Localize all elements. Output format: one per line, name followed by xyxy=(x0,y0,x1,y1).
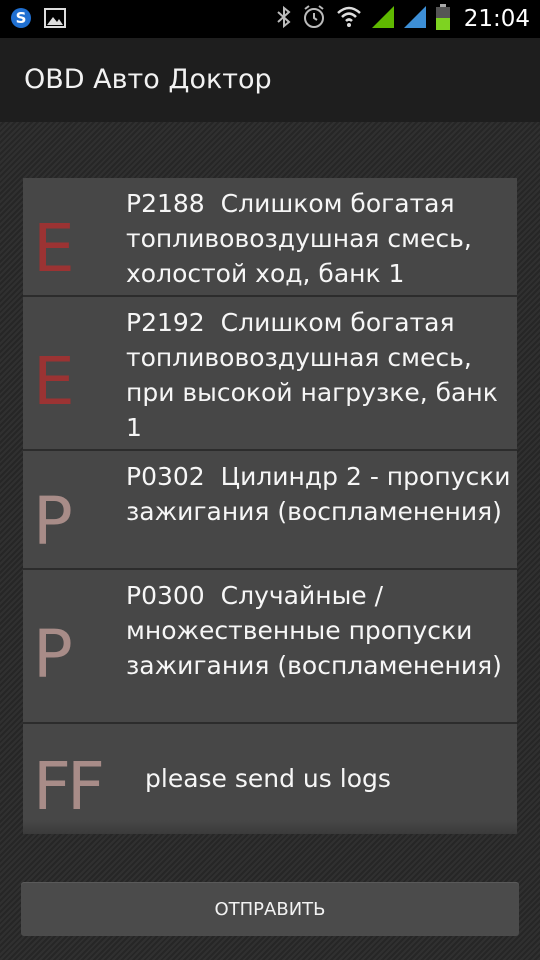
trouble-code: P2188 xyxy=(126,189,205,218)
list-scroll-fade xyxy=(23,820,517,834)
app-bar: OBD Авто Доктор xyxy=(0,38,540,122)
skype-icon: S xyxy=(10,7,32,33)
trouble-code: P2192 xyxy=(126,308,205,337)
image-notification-icon xyxy=(44,8,66,32)
pending-icon: P xyxy=(33,483,73,560)
list-item[interactable]: P P0302 Цилиндр 2 - пропуски зажигания (… xyxy=(23,451,517,570)
list-item-text: P2188 Слишком богатая топливовоздушная с… xyxy=(126,186,511,291)
app-title: OBD Авто Доктор xyxy=(24,64,272,95)
svg-text:S: S xyxy=(16,9,27,27)
trouble-code: P0302 xyxy=(126,462,205,491)
list-item[interactable]: E P2188 Слишком богатая топливовоздушная… xyxy=(23,178,517,297)
list-item-text: please send us logs xyxy=(145,761,505,796)
send-button[interactable]: ОТПРАВИТЬ xyxy=(21,882,519,936)
pending-icon: P xyxy=(33,616,73,693)
freeze-frame-icon: FF xyxy=(33,748,105,825)
list-item-text: P2192 Слишком богатая топливовоздушная с… xyxy=(126,305,511,445)
signal-icon xyxy=(371,6,394,32)
list-item[interactable]: P P0300 Случайные / множественные пропус… xyxy=(23,570,517,724)
list-item[interactable]: E P2192 Слишком богатая топливовоздушная… xyxy=(23,297,517,451)
list-item-text: P0300 Случайные / множественные пропуски… xyxy=(126,578,511,683)
list-item[interactable]: FF please send us logs xyxy=(23,724,517,834)
error-icon: E xyxy=(33,210,75,287)
trouble-code: P0300 xyxy=(126,581,205,610)
wifi-icon xyxy=(336,5,362,33)
list-item-text: P0302 Цилиндр 2 - пропуски зажигания (во… xyxy=(126,459,511,529)
battery-icon xyxy=(435,4,450,34)
status-bar: S 21:04 xyxy=(0,0,540,38)
alarm-icon xyxy=(302,5,326,33)
signal-icon-2 xyxy=(403,6,426,32)
error-icon: E xyxy=(33,343,75,420)
trouble-code-list[interactable]: E P2188 Слишком богатая топливовоздушная… xyxy=(23,178,517,834)
trouble-description: please send us logs xyxy=(145,764,391,793)
bluetooth-icon xyxy=(276,5,292,33)
clock: 21:04 xyxy=(463,6,530,32)
